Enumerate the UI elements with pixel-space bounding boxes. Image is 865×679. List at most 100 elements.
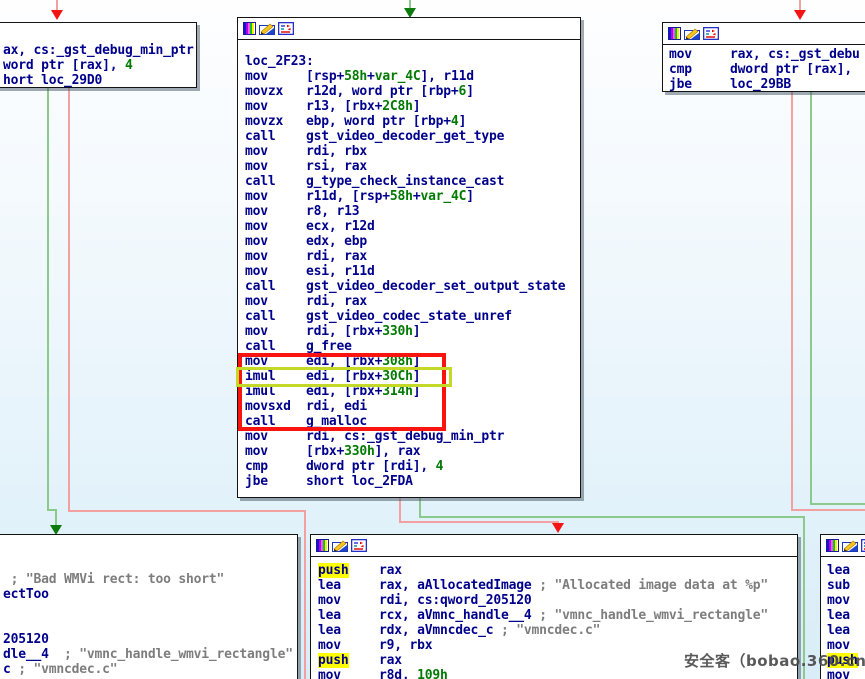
asm-token[interactable]: rax	[349, 563, 402, 578]
basic-block-top-right[interactable]: mov rax, cs:_gst_debucmp dword ptr [rax]…	[662, 22, 865, 92]
asm-token[interactable]: var_4C	[375, 69, 421, 84]
asm-line[interactable]: call gst_video_decoder_get_type	[245, 129, 580, 144]
asm-token[interactable]: 4	[436, 459, 444, 474]
asm-line[interactable]: sub	[827, 578, 865, 593]
asm-line[interactable]: imul edi, [rbx+30Ch]	[245, 369, 580, 384]
asm-line[interactable]: ax, cs:_gst_debug_min_ptr	[3, 43, 196, 58]
asm-token[interactable]: ; "Allocated image data at %p"	[539, 578, 768, 593]
asm-line[interactable]: mov r13, [rbx+2C8h]	[245, 99, 580, 114]
asm-token[interactable]: 4	[125, 58, 133, 73]
asm-token[interactable]: mov r8d,	[318, 668, 417, 679]
asm-token[interactable]: lea rdx, aVmncdec_c	[318, 623, 501, 638]
asm-token[interactable]: ]	[466, 84, 474, 99]
node-info-icon[interactable]	[861, 539, 865, 552]
asm-line[interactable]: mov edi, [rbx+308h]	[245, 354, 580, 369]
asm-line[interactable]: mov [rsp+58h+var_4C], r11d	[245, 69, 580, 84]
asm-token[interactable]: ; "Bad WMVi rect: too short"	[3, 572, 224, 587]
asm-line[interactable]: c ; "vmncdec.c"	[3, 662, 297, 677]
asm-line[interactable]: mov r8, r13	[245, 204, 580, 219]
asm-token[interactable]: 2C8h	[382, 99, 413, 114]
asm-line[interactable]: cmp dword ptr [rdi], 4	[245, 459, 580, 474]
asm-token[interactable]: ]	[413, 354, 421, 369]
asm-token[interactable]: var_4C	[420, 189, 466, 204]
asm-token[interactable]: call g_free	[245, 339, 352, 354]
asm-token[interactable]: ; "vmncdec.c"	[501, 623, 600, 638]
asm-token[interactable]: +	[367, 69, 375, 84]
asm-token[interactable]: mov rax, cs:_gst_debu	[669, 47, 860, 62]
asm-token[interactable]: call gst_video_decoder_set_output_state	[245, 279, 565, 294]
asm-line[interactable]: mov rax, cs:_gst_debu	[669, 47, 865, 62]
asm-line[interactable]: lea	[827, 623, 865, 638]
asm-line[interactable]: mov esi, r11d	[245, 264, 580, 279]
asm-line[interactable]: mov rdi, cs:_gst_debug_min_ptr	[245, 429, 580, 444]
asm-line[interactable]: movzx ebp, word ptr [rbp+4]	[245, 114, 580, 129]
asm-token[interactable]: 330h	[344, 444, 375, 459]
asm-line[interactable]: dle__4 ; "vmnc_handle_wmvi_rectangle"	[3, 647, 297, 662]
asm-token[interactable]: lea	[827, 608, 850, 623]
asm-token[interactable]: 58h	[390, 189, 413, 204]
asm-line[interactable]: loc_2F23:	[245, 54, 580, 69]
asm-token[interactable]: ]	[413, 369, 421, 384]
asm-token[interactable]: ]	[466, 189, 474, 204]
asm-token[interactable]: mov rdi, rax	[245, 294, 367, 309]
asm-line[interactable]	[3, 602, 297, 617]
palette-icon[interactable]	[668, 27, 681, 40]
asm-token[interactable]: ], rax	[375, 444, 421, 459]
asm-line[interactable]: movsxd rdi, edi	[245, 399, 580, 414]
asm-token[interactable]: hort loc_29D0	[3, 73, 102, 88]
asm-token[interactable]: 109h	[417, 668, 448, 679]
asm-line[interactable]: mov rdi, rax	[245, 294, 580, 309]
asm-token[interactable]: ]	[459, 114, 467, 129]
asm-line[interactable]: hort loc_29D0	[3, 73, 196, 88]
asm-token[interactable]: push	[318, 563, 349, 578]
asm-line[interactable]: mov rdi, cs:qword_205120	[318, 593, 797, 608]
asm-token[interactable]: mov edi, [rbx+	[245, 354, 382, 369]
asm-token[interactable]: lea	[827, 563, 850, 578]
asm-token[interactable]: mov [rsp+	[245, 69, 344, 84]
asm-line[interactable]: mov rdi, rbx	[245, 144, 580, 159]
asm-token[interactable]: ; "vmncdec.c"	[18, 662, 117, 677]
asm-line[interactable]: call g_free	[245, 339, 580, 354]
edit-pencil-icon[interactable]	[332, 539, 348, 552]
asm-token[interactable]: push	[318, 653, 349, 668]
asm-line[interactable]: call g_malloc	[245, 414, 580, 429]
asm-token[interactable]: mov [rbx+	[245, 444, 344, 459]
asm-token[interactable]: movzx ebp, word ptr [rbp+	[245, 114, 451, 129]
asm-token[interactable]: ]	[413, 384, 421, 399]
edit-pencil-icon[interactable]	[259, 22, 275, 35]
asm-token[interactable]: lea rcx, aVmnc_handle__4	[318, 608, 539, 623]
asm-line[interactable]: ; "Bad WMVi rect: too short"	[3, 572, 297, 587]
asm-token[interactable]: dle__4	[3, 647, 49, 662]
asm-token[interactable]: c	[3, 662, 18, 677]
node-info-icon[interactable]	[278, 22, 294, 35]
asm-token[interactable]: ]	[413, 324, 421, 339]
asm-line[interactable]: mov r11d, [rsp+58h+var_4C]	[245, 189, 580, 204]
asm-token[interactable]: mov r9, rbx	[318, 638, 432, 653]
asm-token[interactable]: mov esi, r11d	[245, 264, 375, 279]
asm-token[interactable]: mov rdi, cs:qword_205120	[318, 593, 532, 608]
palette-icon[interactable]	[243, 22, 256, 35]
edit-pencil-icon[interactable]	[842, 539, 858, 552]
asm-token[interactable]: ectToo	[3, 587, 49, 602]
asm-token[interactable]: mov rdi, rax	[245, 249, 367, 264]
asm-token[interactable]: ]	[413, 99, 421, 114]
asm-token[interactable]: mov ecx, r12d	[245, 219, 375, 234]
asm-token[interactable]: mov r13, [rbx+	[245, 99, 382, 114]
basic-block-top-left[interactable]: ax, cs:_gst_debug_min_ptrword ptr [rax],…	[0, 22, 197, 88]
asm-line[interactable]: jbe short loc_2FDA	[245, 474, 580, 489]
asm-token[interactable]: sub	[827, 578, 850, 593]
asm-token[interactable]: call gst_video_decoder_get_type	[245, 129, 504, 144]
asm-token[interactable]: 308h	[382, 354, 413, 369]
palette-icon[interactable]	[316, 539, 329, 552]
asm-line[interactable]: push rax	[318, 563, 797, 578]
asm-token[interactable]: lea	[827, 623, 850, 638]
asm-line[interactable]: jbe loc_29BB	[669, 77, 865, 92]
asm-line[interactable]: lea	[827, 608, 865, 623]
asm-line[interactable]: cmp dword ptr [rax],	[669, 62, 865, 77]
asm-line[interactable]: movzx r12d, word ptr [rbp+6]	[245, 84, 580, 99]
asm-token[interactable]: ], r11d	[420, 69, 473, 84]
asm-line[interactable]: lea	[827, 563, 865, 578]
asm-token[interactable]: ax, cs:_gst_debug_min_ptr	[3, 43, 194, 58]
asm-line[interactable]: mov	[827, 593, 865, 608]
asm-token[interactable]: 4	[451, 114, 459, 129]
